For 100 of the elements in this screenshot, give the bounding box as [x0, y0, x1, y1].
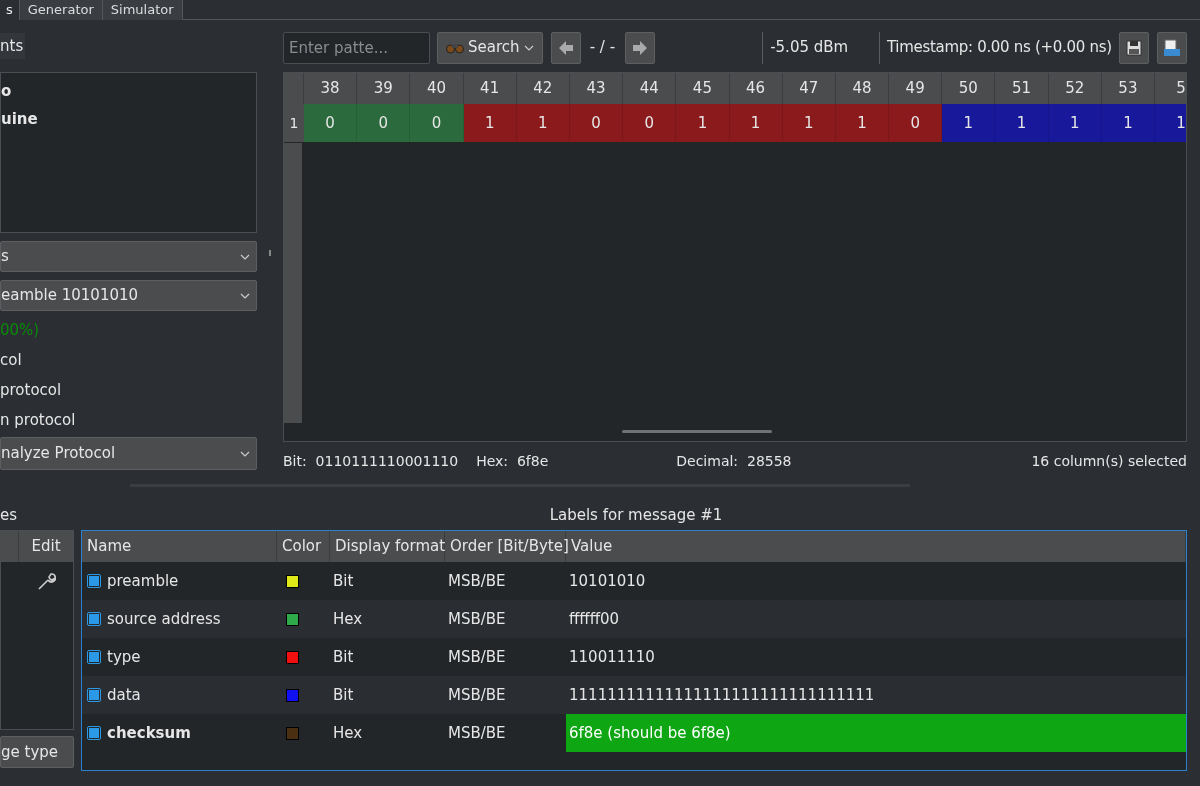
- dropdown-value: eamble 10101010: [1, 285, 139, 307]
- dropdown-value: nalyze Protocol: [1, 443, 116, 465]
- previous-button[interactable]: [550, 31, 581, 64]
- bit-cell[interactable]: 1: [1101, 104, 1155, 142]
- tab[interactable]: Generator: [19, 0, 103, 20]
- bit-cell[interactable]: 1: [942, 104, 996, 142]
- bit-cell[interactable]: 1: [463, 104, 517, 142]
- bit-cell[interactable]: 1: [1048, 104, 1102, 142]
- chevron-icon: [240, 450, 250, 457]
- vertical-scrollbar[interactable]: [284, 143, 302, 423]
- bit-readout: Bit: 0110111110001110: [283, 451, 459, 471]
- selection-count: 16 column(s) selected: [1031, 451, 1187, 471]
- bit-cell[interactable]: 0: [410, 104, 464, 142]
- checkbox[interactable]: [87, 574, 101, 588]
- value-cell-text: 10101010: [568, 570, 647, 592]
- binoculars-icon: [446, 41, 464, 54]
- table-title: Labels for message #1: [549, 505, 723, 526]
- table-cell: Bit: [333, 571, 354, 590]
- column-header[interactable]: 39: [357, 73, 411, 104]
- dropdown[interactable]: nalyze Protocol: [0, 437, 257, 470]
- wrench-icon[interactable]: [36, 572, 56, 592]
- tab[interactable]: Simulator: [102, 0, 183, 20]
- label-name[interactable]: type: [107, 645, 141, 669]
- color-swatch[interactable]: [286, 688, 299, 702]
- chevron-icon: [240, 292, 250, 299]
- column-header[interactable]: 52: [1048, 73, 1102, 104]
- change-type-button[interactable]: ge type: [0, 736, 74, 768]
- hex-readout: Hex: 6f8e: [476, 451, 549, 471]
- column-header[interactable]: 50: [942, 73, 996, 104]
- export-button[interactable]: [1156, 31, 1187, 64]
- search-field[interactable]: Enter patte...: [283, 31, 430, 64]
- bit-cell[interactable]: 1: [835, 104, 890, 142]
- bit-cell[interactable]: 0: [357, 104, 411, 142]
- column-header[interactable]: 46: [729, 73, 783, 104]
- color-swatch[interactable]: [286, 612, 299, 626]
- label-name[interactable]: data: [107, 683, 141, 707]
- table-cell: MSB/BE: [448, 685, 506, 704]
- search-button[interactable]: Search: [437, 31, 543, 64]
- color-swatch[interactable]: [286, 650, 299, 664]
- bit-cell[interactable]: 1: [729, 104, 783, 142]
- checkbox[interactable]: [87, 688, 101, 702]
- power-label: -5.05 dBm: [770, 37, 850, 59]
- column-header[interactable]: 5: [1155, 73, 1186, 104]
- dropdown[interactable]: eamble 10101010: [0, 280, 257, 311]
- bit-cell[interactable]: 1: [676, 104, 730, 142]
- bit-cell[interactable]: 0: [623, 104, 677, 142]
- tab[interactable]: nts: [0, 33, 26, 59]
- chevron-icon: [240, 253, 250, 260]
- label-name[interactable]: preamble: [107, 569, 179, 593]
- bit-cell[interactable]: 0: [569, 104, 624, 142]
- color-swatch[interactable]: [286, 726, 299, 740]
- column-header[interactable]: 49: [889, 73, 943, 104]
- chevron-icon: [523, 44, 534, 51]
- bit-cell[interactable]: 1: [995, 104, 1049, 142]
- column-header[interactable]: 45: [676, 73, 730, 104]
- table-cell: Bit: [333, 685, 354, 704]
- label-name[interactable]: checksum: [107, 721, 191, 745]
- row-header[interactable]: 1: [284, 104, 304, 142]
- list-item[interactable]: o: [1, 77, 256, 105]
- column-header[interactable]: 53: [1101, 73, 1155, 104]
- column-header[interactable]: 47: [782, 73, 836, 104]
- value-cell-text: 11111111111111111111111111111111: [568, 684, 876, 706]
- column-header[interactable]: 51: [995, 73, 1049, 104]
- bit-cell[interactable]: 1: [782, 104, 836, 142]
- option-label[interactable]: n protocol: [0, 405, 257, 435]
- column-header[interactable]: 38: [304, 73, 358, 104]
- checkbox[interactable]: [87, 726, 101, 740]
- column-header[interactable]: 44: [623, 73, 677, 104]
- bit-cell[interactable]: 0: [889, 104, 943, 142]
- column-header[interactable]: 48: [835, 73, 890, 104]
- value-cell: 6f8e (should be 6f8e): [566, 714, 1186, 752]
- table-cell: MSB/BE: [448, 609, 506, 628]
- option-label[interactable]: protocol: [0, 375, 257, 405]
- next-button[interactable]: [625, 31, 656, 64]
- section-heading: es: [0, 505, 19, 526]
- bit-cell[interactable]: 1: [1155, 104, 1186, 142]
- scrollbar-handle[interactable]: [622, 430, 772, 433]
- save-button[interactable]: [1118, 31, 1149, 64]
- document-icon: [1162, 38, 1181, 57]
- value-cell-text: ffffff00: [568, 608, 621, 630]
- checkbox[interactable]: [87, 612, 101, 626]
- position-label: - / -: [588, 37, 617, 59]
- timestamp-label: Timestamp: 0.00 ns (+0.00 ns): [886, 37, 1112, 59]
- color-swatch[interactable]: [286, 574, 299, 588]
- dropdown-value: s: [1, 246, 9, 268]
- bit-cell[interactable]: 1: [516, 104, 570, 142]
- bit-cell[interactable]: 0: [304, 104, 358, 142]
- column-header[interactable]: 42: [516, 73, 570, 104]
- list-item[interactable]: uine: [1, 105, 256, 133]
- checkbox[interactable]: [87, 650, 101, 664]
- column-header[interactable]: 43: [569, 73, 624, 104]
- option-label[interactable]: col: [0, 345, 257, 375]
- table-cell: MSB/BE: [448, 647, 506, 666]
- table-cell: MSB/BE: [448, 571, 506, 590]
- column-header[interactable]: 40: [410, 73, 464, 104]
- label-name[interactable]: source address: [107, 607, 221, 631]
- column-header[interactable]: 41: [463, 73, 517, 104]
- table-cell: MSB/BE: [448, 723, 506, 742]
- table-cell: Hex: [333, 723, 363, 742]
- dropdown[interactable]: s: [0, 241, 257, 272]
